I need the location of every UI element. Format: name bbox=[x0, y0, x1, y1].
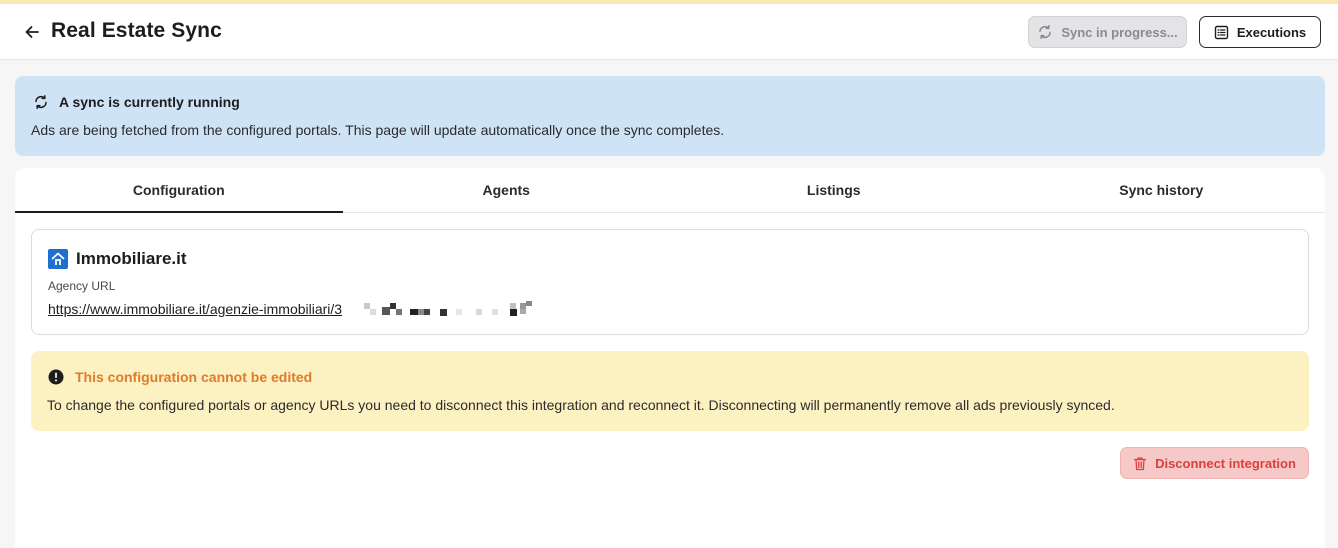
sync-in-progress-button[interactable]: Sync in progress... bbox=[1028, 16, 1187, 48]
sync-running-text: Ads are being fetched from the configure… bbox=[31, 122, 725, 138]
agency-url-label: Agency URL bbox=[48, 279, 116, 293]
executions-button-label: Executions bbox=[1236, 24, 1307, 40]
portal-config-card: Immobiliare.it Agency URL https://www.im… bbox=[31, 229, 1309, 335]
redacted-url-pixels bbox=[364, 301, 532, 316]
warning-title: This configuration cannot be edited bbox=[75, 369, 313, 385]
tab-configuration[interactable]: Configuration bbox=[15, 168, 343, 213]
sync-running-banner: A sync is currently running Ads are bein… bbox=[15, 76, 1325, 156]
page-header: Real Estate Sync Sync in progress... Exe… bbox=[0, 4, 1338, 60]
tab-bar: Configuration Agents Listings Sync histo… bbox=[15, 168, 1325, 213]
back-button[interactable] bbox=[20, 20, 44, 44]
sync-icon bbox=[1039, 25, 1052, 39]
sync-running-title: A sync is currently running bbox=[59, 94, 240, 110]
warning-text: To change the configured portals or agen… bbox=[47, 397, 1115, 413]
immobiliare-logo-icon bbox=[48, 249, 68, 269]
arrow-left-icon bbox=[25, 26, 39, 38]
page-title: Real Estate Sync bbox=[51, 19, 222, 42]
list-document-icon bbox=[1214, 25, 1229, 39]
sync-button-label: Sync in progress... bbox=[1061, 24, 1178, 40]
tab-sync-history[interactable]: Sync history bbox=[998, 168, 1326, 212]
exclamation-circle-icon bbox=[48, 369, 64, 385]
tab-agents[interactable]: Agents bbox=[343, 168, 671, 212]
agency-url-link[interactable]: https://www.immobiliare.it/agenzie-immob… bbox=[48, 301, 342, 317]
executions-button[interactable]: Executions bbox=[1199, 16, 1321, 48]
trash-icon bbox=[1133, 456, 1147, 470]
integration-card: Configuration Agents Listings Sync histo… bbox=[15, 168, 1325, 548]
config-locked-warning: This configuration cannot be edited To c… bbox=[31, 351, 1309, 431]
portal-name: Immobiliare.it bbox=[76, 249, 187, 268]
sync-icon bbox=[35, 95, 47, 109]
disconnect-integration-button[interactable]: Disconnect integration bbox=[1120, 447, 1309, 479]
disconnect-button-label: Disconnect integration bbox=[1155, 455, 1296, 471]
tab-listings[interactable]: Listings bbox=[670, 168, 998, 212]
